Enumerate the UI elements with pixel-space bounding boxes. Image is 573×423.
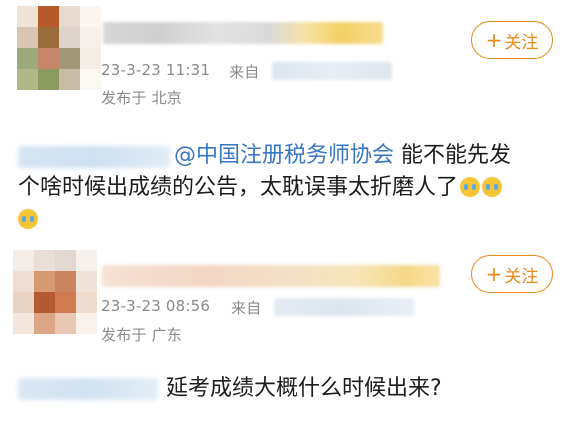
comment-item: 23-3-23 08:56 来自 发布于 广东 + 关注 延考成绩大概什么时候出…	[0, 240, 573, 423]
follow-label: 关注	[504, 32, 539, 53]
comment-text-line3	[18, 204, 38, 236]
plus-icon: +	[485, 262, 503, 286]
source-device-redacted	[272, 62, 392, 80]
post-timestamp: 23-3-23 11:31	[101, 61, 211, 79]
post-source: 来自	[231, 299, 262, 317]
post-location: 发布于 北京	[101, 89, 182, 107]
follow-label: 关注	[504, 266, 539, 287]
avatar[interactable]	[13, 250, 97, 334]
mention-link[interactable]: @中国注册税务师协会	[174, 143, 394, 168]
crying-face-emoji	[460, 177, 481, 197]
plus-icon: +	[485, 28, 503, 52]
comment-text-line2: 个啥时候出成绩的公告，太耽误事太折磨人了	[18, 172, 503, 204]
reply-target-redacted	[18, 146, 170, 168]
post-location: 发布于 广东	[101, 326, 182, 344]
username-redacted[interactable]	[103, 22, 383, 44]
avatar[interactable]	[17, 6, 101, 90]
post-timestamp: 23-3-23 08:56	[101, 297, 211, 315]
comment-text: 延考成绩大概什么时候出来?	[166, 373, 442, 405]
username-redacted[interactable]	[102, 265, 440, 287]
comment-text-part: 个啥时候出成绩的公告，太耽误事太折磨人了	[18, 175, 459, 200]
source-device-redacted	[274, 298, 414, 316]
follow-button[interactable]: + 关注	[471, 255, 553, 293]
post-source: 来自	[229, 63, 260, 81]
crying-face-emoji	[482, 177, 503, 197]
comment-text-part: 能不能先发	[394, 143, 512, 168]
comment-item: 23-3-23 11:31 来自 发布于 北京 + 关注 @中国注册税务师协会 …	[0, 0, 573, 240]
crying-face-emoji	[18, 209, 38, 229]
comment-text-part: 延考成绩大概什么时候出来?	[166, 376, 442, 401]
comment-text: @中国注册税务师协会 能不能先发	[174, 140, 511, 172]
reply-target-redacted	[18, 378, 158, 400]
follow-button[interactable]: + 关注	[471, 21, 553, 59]
